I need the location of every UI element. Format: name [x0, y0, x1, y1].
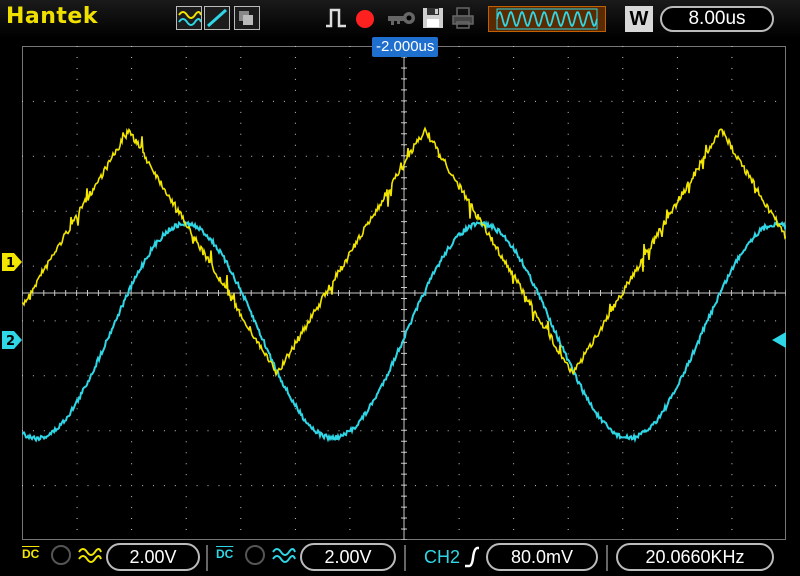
waveform-icon[interactable] — [176, 6, 202, 30]
pulse-icon[interactable] — [324, 6, 350, 30]
stack-icon[interactable] — [234, 6, 260, 30]
timebase-window-icon[interactable] — [488, 6, 606, 32]
graticule — [21, 45, 787, 541]
floppy-disk-icon[interactable] — [420, 6, 446, 30]
ch2-bandwidth-limit-icon — [245, 545, 265, 565]
svg-text:1: 1 — [6, 256, 15, 271]
frequency-readout: 20.0660KHz — [616, 543, 774, 571]
separator — [206, 545, 208, 571]
trigger-offset-badge: -2.000us — [372, 37, 439, 57]
ch1-coupling-label: DC — [22, 547, 40, 561]
timebase-readout[interactable]: 8.00us — [660, 6, 774, 32]
rising-edge-icon — [465, 546, 479, 568]
ch1-volts-div[interactable]: 2.00V — [106, 543, 200, 571]
separator — [606, 545, 608, 571]
trigger-level-marker[interactable] — [770, 331, 788, 349]
record-icon[interactable] — [356, 10, 374, 28]
ch2-wave-icon — [272, 548, 296, 563]
ch1-bandwidth-limit-icon — [51, 545, 71, 565]
ch2-level-marker[interactable]: 2 — [2, 331, 24, 349]
svg-text:2: 2 — [6, 334, 15, 349]
key-icon[interactable] — [386, 6, 418, 30]
ch2-coupling-label: DC — [216, 547, 234, 561]
trigger-source[interactable]: CH2 — [424, 546, 460, 568]
waveform-display[interactable] — [21, 45, 787, 541]
window-mode-badge[interactable]: W — [625, 6, 653, 32]
ch1-wave-icon — [78, 548, 102, 563]
printer-icon[interactable] — [450, 6, 476, 30]
separator — [404, 545, 406, 571]
ch2-volts-div[interactable]: 2.00V — [300, 543, 396, 571]
ch1-level-marker[interactable]: 1 — [2, 253, 24, 271]
brand-logo: Hantek — [6, 4, 98, 29]
line-icon[interactable] — [204, 6, 230, 30]
trigger-level[interactable]: 80.0mV — [486, 543, 598, 571]
